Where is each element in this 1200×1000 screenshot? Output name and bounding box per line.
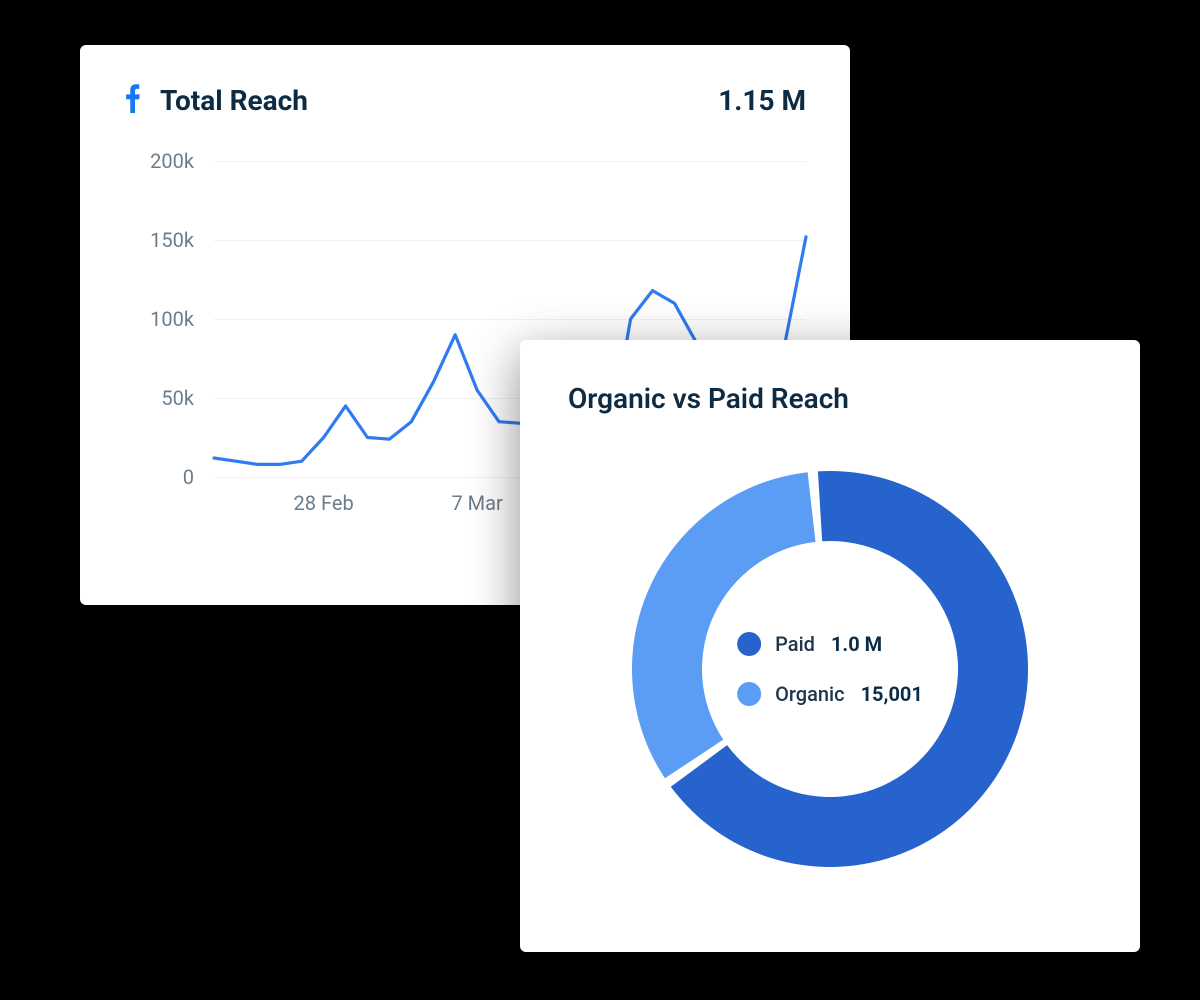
legend-paid-label: Paid — [775, 634, 815, 654]
x-tick: 28 Feb — [294, 491, 354, 515]
legend-dot-paid — [737, 632, 761, 656]
y-tick: 50k — [124, 386, 194, 410]
y-tick: 100k — [124, 307, 194, 331]
legend-organic: Organic 15,001 — [737, 682, 923, 706]
legend-dot-organic — [737, 682, 761, 706]
donut-slice-organic — [632, 472, 816, 778]
facebook-icon — [124, 83, 146, 117]
y-tick: 150k — [124, 228, 194, 252]
total-reach-value: 1.15 M — [718, 84, 806, 117]
donut-legend: Paid 1.0 M Organic 15,001 — [737, 632, 923, 706]
y-tick: 200k — [124, 149, 194, 173]
organic-vs-paid-title: Organic vs Paid Reach — [568, 382, 1092, 415]
total-reach-title-wrap: Total Reach — [124, 83, 308, 117]
total-reach-title: Total Reach — [160, 84, 308, 117]
legend-paid-value: 1.0 M — [831, 634, 882, 654]
organic-vs-paid-card: Organic vs Paid Reach Paid 1.0 M Organic… — [520, 340, 1140, 952]
total-reach-header: Total Reach 1.15 M — [124, 83, 806, 117]
legend-paid: Paid 1.0 M — [737, 632, 923, 656]
x-tick: 7 Mar — [451, 491, 502, 515]
donut-wrap: Paid 1.0 M Organic 15,001 — [610, 449, 1050, 889]
y-tick: 0 — [124, 465, 194, 489]
legend-organic-value: 15,001 — [861, 684, 923, 704]
legend-organic-label: Organic — [775, 684, 844, 704]
